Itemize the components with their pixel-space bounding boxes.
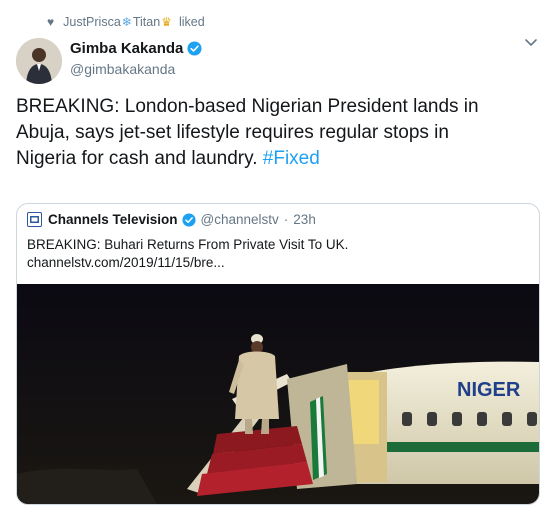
liked-row: ♥ JustPrisca ❄ Titan ♛ liked (47, 12, 205, 32)
quoted-tweet-text: BREAKING: Buhari Returns From Private Vi… (27, 236, 527, 272)
liker-1[interactable]: JustPrisca (63, 15, 121, 29)
quoted-author-name[interactable]: Channels Television (48, 212, 178, 227)
quoted-link[interactable]: channelstv.com/2019/11/15/bre... (27, 254, 527, 272)
author-name[interactable]: Gimba Kakanda (70, 40, 183, 57)
chevron-down-icon[interactable] (524, 38, 538, 48)
crown-icon: ♛ (161, 15, 172, 29)
author-handle[interactable]: @gimbakakanda (70, 61, 202, 77)
quoted-time[interactable]: 23h (293, 212, 316, 227)
aircraft-lettering: NIGER (457, 379, 521, 401)
snowflake-icon: ❄ (121, 15, 132, 29)
quoted-headline: BREAKING: Buhari Returns From Private Vi… (27, 237, 349, 252)
tweet-text-line1: BREAKING: London-based Nigerian Presiden… (16, 96, 479, 117)
channels-logo-icon (27, 212, 42, 227)
quoted-tweet-header: Channels Television @channelstv · 23h (27, 212, 316, 227)
quoted-tweet-card[interactable]: Channels Television @channelstv · 23h BR… (16, 203, 540, 505)
tweet-text-line2: Abuja, says jet-set lifestyle requires r… (16, 122, 449, 143)
liked-label: liked (178, 15, 205, 29)
tweet-text-line3-container: Nigeria for cash and laundry. #Fixed (16, 146, 536, 172)
quoted-author-handle[interactable]: @channelstv (201, 212, 279, 227)
liker-2[interactable]: Titan (133, 15, 160, 29)
verified-badge-icon (187, 41, 202, 56)
verified-badge-icon (181, 212, 196, 227)
tweet-text: BREAKING: London-based Nigerian Presiden… (16, 94, 536, 172)
dot-separator: · (283, 212, 289, 227)
avatar[interactable] (16, 38, 62, 84)
quoted-photo[interactable]: NIGER (17, 284, 539, 504)
tweet-author: Gimba Kakanda @gimbakakanda (70, 40, 202, 77)
tweet-text-line3: Nigeria for cash and laundry. (16, 148, 258, 169)
heart-icon: ♥ (47, 15, 55, 29)
hashtag-link[interactable]: #Fixed (263, 148, 320, 169)
